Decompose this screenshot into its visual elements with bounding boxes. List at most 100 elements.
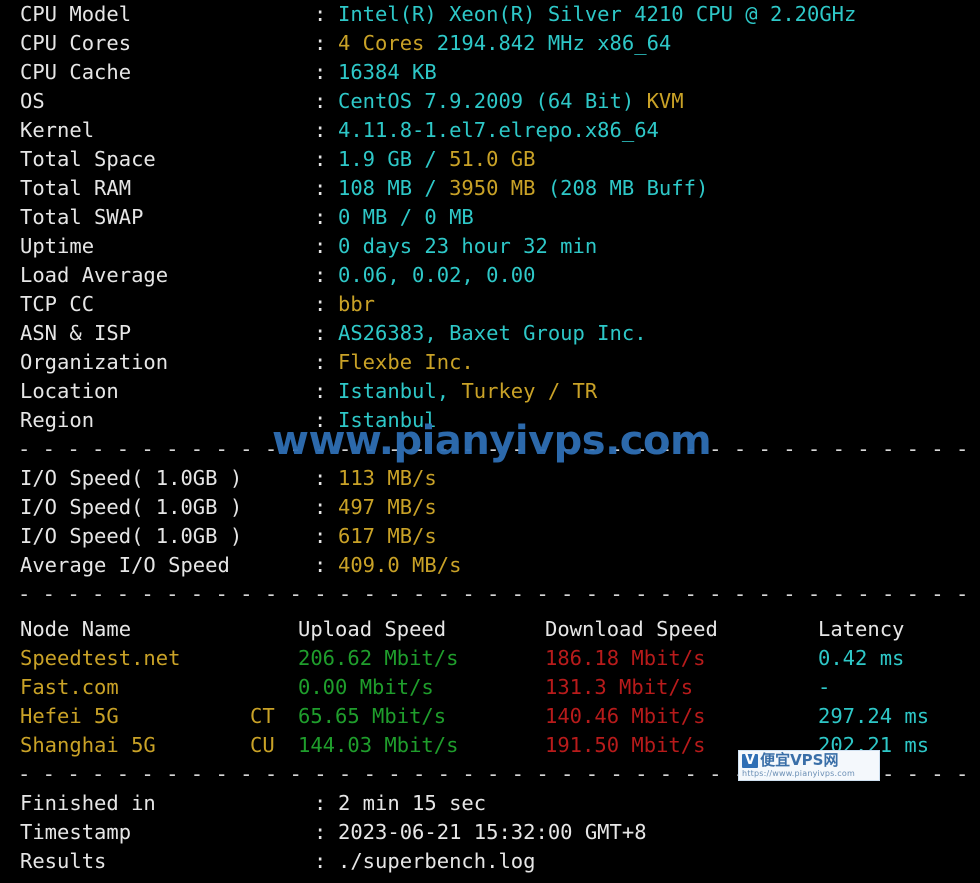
info-row-colon: : — [314, 2, 327, 26]
info-value-part: (208 MB Buff) — [535, 176, 709, 200]
footer-row: Results: ./superbench.log — [0, 847, 980, 876]
io-row-value: 113 MB/s — [338, 466, 437, 490]
info-value-part: 0 days 23 hour 32 min — [338, 234, 598, 258]
footer-row-label: Results — [20, 849, 107, 873]
footer-section: Finished in:2 min 15 sec Timestamp:2023-0… — [0, 789, 980, 876]
terminal-window: CPU Model: Intel(R) Xeon(R) Silver 4210 C… — [0, 0, 980, 883]
cell-upload-speed: 144.03 Mbit/s — [298, 733, 459, 757]
io-row: I/O Speed( 1.0GB ):113 MB/s — [0, 464, 980, 493]
info-row-colon: : — [314, 118, 327, 142]
info-row-label: Location — [20, 379, 119, 403]
info-row: Kernel:4.11.8-1.el7.elrepo.x86_64 — [0, 116, 980, 145]
info-value-part: Flexbe Inc. — [338, 350, 474, 374]
info-value-part: Istanbul — [338, 379, 437, 403]
info-value-part — [634, 89, 646, 113]
speedtest-header-row: Node Name Upload Speed Download Speed Laten… — [0, 615, 980, 644]
info-row-label: Total Space — [20, 147, 156, 171]
table-row: Speedtest.net 206.62 Mbit/s 186.18 Mbit/s 0… — [0, 644, 980, 673]
info-row-label: CPU Model — [20, 2, 132, 26]
footer-row: Finished in:2 min 15 sec — [0, 789, 980, 818]
info-row-label: Load Average — [20, 263, 169, 287]
cell-download-speed: 186.18 Mbit/s — [545, 646, 706, 670]
info-row-value: 0 MB / 0 MB — [338, 205, 474, 229]
io-row: I/O Speed( 1.0GB ):617 MB/s — [0, 522, 980, 551]
info-row-value: Istanbul, Turkey / TR — [338, 379, 597, 403]
info-row: OS: CentOS 7.9.2009 (64 Bit) KVM — [0, 87, 980, 116]
table-row: Shanghai 5G CU 144.03 Mbit/s 191.50 Mbit/s 2… — [0, 731, 980, 760]
column-header-latency: Latency — [818, 617, 905, 641]
footer-row-value: 2023-06-21 15:32:00 GMT+8 — [338, 820, 647, 844]
info-value-part: 16384 KB — [338, 60, 437, 84]
info-row-label: CPU Cores — [20, 31, 132, 55]
info-row: TCP CC: bbr — [0, 290, 980, 319]
column-header-upload-speed: Upload Speed — [298, 617, 447, 641]
cell-upload-speed: 206.62 Mbit/s — [298, 646, 459, 670]
info-row-colon: : — [314, 89, 327, 113]
footer-row-value: 2 min 15 sec — [338, 791, 487, 815]
info-row-label: Region — [20, 408, 95, 432]
info-row-colon: : — [314, 379, 327, 403]
io-row-value: 497 MB/s — [338, 495, 437, 519]
table-row: Hefei 5G CT 65.65 Mbit/s 140.46 Mbit/s 297.2… — [0, 702, 980, 731]
info-value-part: 108 MB — [338, 176, 413, 200]
cell-download-speed: 191.50 Mbit/s — [545, 733, 706, 757]
info-value-part: / — [412, 176, 450, 200]
info-value-part: 0.06, 0.02, 0.00 — [338, 263, 536, 287]
info-row-label: Uptime — [20, 234, 95, 258]
info-row-value: 108 MB / 3950 MB (208 MB Buff) — [338, 176, 708, 200]
info-row-label: OS — [20, 89, 45, 113]
io-row-label: Average I/O Speed — [20, 553, 230, 577]
speedtest-section: Node Name Upload Speed Download Speed Laten… — [0, 615, 980, 760]
info-value-part: 4 Cores — [338, 31, 425, 55]
footer-row-colon: : — [314, 791, 327, 815]
info-value-part: Istanbul — [338, 408, 437, 432]
separator-line-1: - - - - - - - - - - - - - - - - - - - - … — [18, 437, 969, 461]
info-row: CPU Cores:4 Cores 2194.842 MHz x86_64 — [0, 29, 980, 58]
info-row-label: Total RAM — [20, 176, 132, 200]
info-row-value: 0 days 23 hour 32 min — [338, 234, 597, 258]
info-row-label: Kernel — [20, 118, 95, 142]
footer-row-label: Timestamp — [20, 820, 132, 844]
info-row-value: 0.06, 0.02, 0.00 — [338, 263, 535, 287]
info-row: Total RAM:108 MB / 3950 MB (208 MB Buff) — [0, 174, 980, 203]
footer-row-label: Finished in — [20, 791, 156, 815]
info-value-part: Intel(R) Xeon(R) Silver 4210 CPU @ 2.20G… — [338, 2, 857, 26]
cell-node-name: Fast.com — [20, 675, 119, 699]
info-row-colon: : — [314, 205, 327, 229]
info-row-colon: : — [314, 60, 327, 84]
cell-upload-speed: 65.65 Mbit/s — [298, 704, 447, 728]
info-value-part: 51.0 GB — [449, 147, 536, 171]
cell-download-speed: 140.46 Mbit/s — [545, 704, 706, 728]
separator-line-3: - - - - - - - - - - - - - - - - - - - - … — [18, 762, 969, 786]
separator-line-2: - - - - - - - - - - - - - - - - - - - - … — [18, 582, 969, 606]
footer-row: Timestamp:2023-06-21 15:32:00 GMT+8 — [0, 818, 980, 847]
footer-row-colon: : — [314, 820, 327, 844]
info-row-colon: : — [314, 234, 327, 258]
info-row-colon: : — [314, 176, 327, 200]
cell-upload-speed: 0.00 Mbit/s — [298, 675, 434, 699]
column-header-download-speed: Download Speed — [545, 617, 718, 641]
cell-download-speed: 131.3 Mbit/s — [545, 675, 694, 699]
info-row: Total Space:1.9 GB / 51.0 GB — [0, 145, 980, 174]
info-row-value: AS26383, Baxet Group Inc. — [338, 321, 647, 345]
info-row-value: 4.11.8-1.el7.elrepo.x86_64 — [338, 118, 659, 142]
info-row-colon: : — [314, 350, 327, 374]
table-row: Fast.com 0.00 Mbit/s 131.3 Mbit/s - — [0, 673, 980, 702]
info-value-part: 1.9 GB — [338, 147, 413, 171]
io-row-value: 409.0 MB/s — [338, 553, 462, 577]
io-row-value: 617 MB/s — [338, 524, 437, 548]
info-row-colon: : — [314, 31, 327, 55]
cell-latency: 297.24 ms — [818, 704, 930, 728]
info-row-label: Organization — [20, 350, 169, 374]
info-value-part: AS26383, Baxet Group Inc. — [338, 321, 647, 345]
info-row: ASN & ISP: AS26383, Baxet Group Inc. — [0, 319, 980, 348]
info-row-colon: : — [314, 408, 327, 432]
io-row-colon: : — [314, 524, 327, 548]
footer-row-value: ./superbench.log — [338, 849, 536, 873]
cell-latency: - — [818, 675, 831, 699]
cell-latency: 0.42 ms — [818, 646, 905, 670]
info-value-part: 2194.842 MHz x86_64 — [436, 31, 672, 55]
cell-node-name: Hefei 5G — [20, 704, 119, 728]
info-row-colon: : — [314, 292, 327, 316]
info-value-part: / — [412, 147, 450, 171]
